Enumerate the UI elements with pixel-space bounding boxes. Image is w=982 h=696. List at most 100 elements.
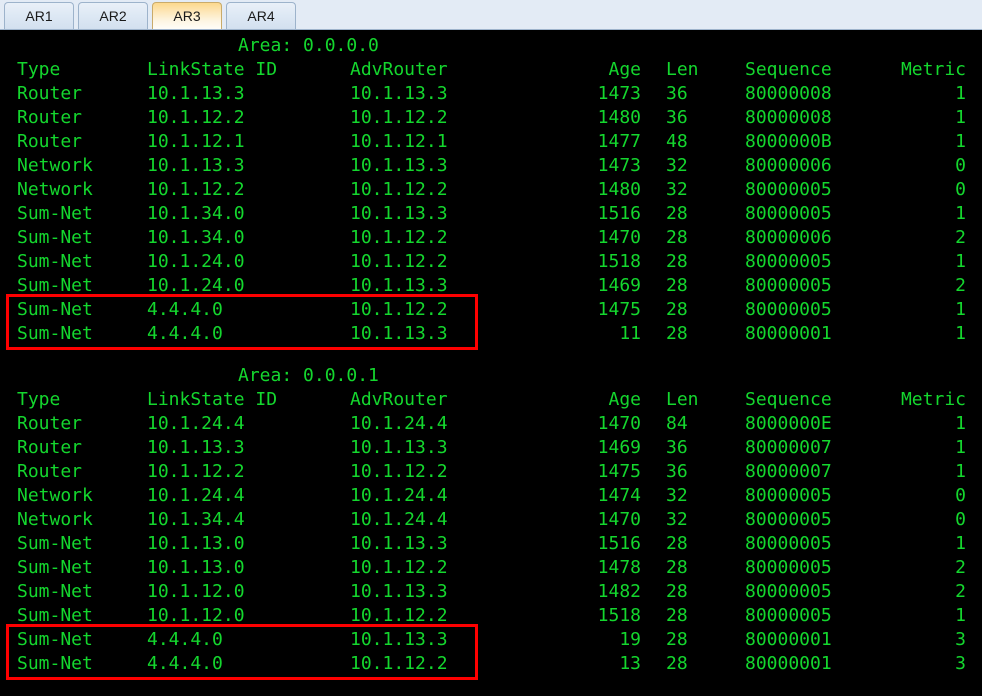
cell-metric: 1 <box>955 437 966 458</box>
cell-type: Sum-Net <box>17 275 93 296</box>
cell-age: 1518 <box>597 251 641 272</box>
cell-seq: 80000005 <box>745 179 832 200</box>
cell-seq: 80000007 <box>745 461 832 482</box>
cell-lsid: 10.1.34.0 <box>147 227 245 248</box>
cell-age: 1469 <box>597 275 641 296</box>
column-header-age: Age <box>608 59 641 80</box>
cell-seq: 80000005 <box>745 299 832 320</box>
cell-metric: 0 <box>955 179 966 200</box>
column-header-row: Type LinkState ID AdvRouter Age Len Sequence M… <box>0 388 982 412</box>
cell-lsid: 10.1.12.2 <box>147 179 245 200</box>
cell-len: 36 <box>666 461 688 482</box>
cell-metric: 1 <box>955 413 966 434</box>
cell-type: Sum-Net <box>17 629 93 650</box>
cell-metric: 1 <box>955 131 966 152</box>
cell-adv: 10.1.24.4 <box>350 509 448 530</box>
tab-label: AR2 <box>99 8 127 24</box>
cell-type: Sum-Net <box>17 299 93 320</box>
lsdb-row: Router 10.1.13.3 10.1.13.3 1469 36 80000007 1 <box>0 436 982 460</box>
cell-type: Router <box>17 131 83 152</box>
cell-type: Network <box>17 155 93 176</box>
lsdb-row: Router 10.1.13.3 10.1.13.3 1473 36 80000008 1 <box>0 82 982 106</box>
cell-seq: 80000008 <box>745 83 832 104</box>
column-header-metric: Metric <box>900 389 966 410</box>
cell-type: Sum-Net <box>17 605 93 626</box>
cell-adv: 10.1.13.3 <box>350 437 448 458</box>
tab-ar4[interactable]: AR4 <box>226 2 296 29</box>
cell-lsid: 10.1.13.0 <box>147 533 245 554</box>
lsdb-row: Sum-Net 10.1.13.0 10.1.12.2 1478 28 80000005 2 <box>0 556 982 580</box>
cell-seq: 80000005 <box>745 485 832 506</box>
tab-ar3[interactable]: AR3 <box>152 2 222 29</box>
lsdb-row: Sum-Net 4.4.4.0 10.1.12.2 1475 28 80000005 1 <box>0 298 982 322</box>
cell-len: 84 <box>666 413 688 434</box>
cell-adv: 10.1.13.3 <box>350 581 448 602</box>
cell-seq: 80000001 <box>745 629 832 650</box>
cell-lsid: 10.1.34.0 <box>147 203 245 224</box>
cell-type: Network <box>17 179 93 200</box>
cell-lsid: 10.1.24.0 <box>147 275 245 296</box>
cell-type: Sum-Net <box>17 203 93 224</box>
cell-age: 1516 <box>597 533 641 554</box>
cell-type: Router <box>17 413 83 434</box>
cell-metric: 1 <box>955 203 966 224</box>
cell-lsid: 10.1.24.0 <box>147 251 245 272</box>
cell-age: 1473 <box>597 155 641 176</box>
cell-age: 1518 <box>597 605 641 626</box>
column-header-linkstate-id: LinkState ID <box>147 59 278 80</box>
cell-lsid: 10.1.12.2 <box>147 107 245 128</box>
cell-metric: 1 <box>955 461 966 482</box>
cell-metric: 1 <box>955 299 966 320</box>
cell-metric: 1 <box>955 533 966 554</box>
cell-len: 36 <box>666 83 688 104</box>
lsdb-row: Sum-Net 4.4.4.0 10.1.13.3 11 28 80000001 1 <box>0 322 982 346</box>
cell-age: 1475 <box>597 461 641 482</box>
cell-len: 28 <box>666 629 688 650</box>
lsdb-row: Sum-Net 4.4.4.0 10.1.13.3 19 28 80000001 3 <box>0 628 982 652</box>
cell-len: 32 <box>666 485 688 506</box>
cell-seq: 80000006 <box>745 155 832 176</box>
cell-lsid: 10.1.34.4 <box>147 509 245 530</box>
cell-len: 28 <box>666 653 688 674</box>
area-label: Area: 0.0.0.0 <box>238 35 379 56</box>
cell-seq: 8000000E <box>745 413 832 434</box>
lsdb-row: Network 10.1.34.4 10.1.24.4 1470 32 80000005 0 <box>0 508 982 532</box>
cell-age: 1473 <box>597 83 641 104</box>
cell-type: Sum-Net <box>17 557 93 578</box>
cell-metric: 2 <box>955 275 966 296</box>
cell-seq: 80000001 <box>745 323 832 344</box>
cell-len: 32 <box>666 179 688 200</box>
cell-lsid: 10.1.12.2 <box>147 461 245 482</box>
cell-adv: 10.1.13.3 <box>350 203 448 224</box>
cell-type: Network <box>17 509 93 530</box>
lsdb-row: Sum-Net 10.1.24.0 10.1.13.3 1469 28 80000005 2 <box>0 274 982 298</box>
cell-adv: 10.1.12.2 <box>350 179 448 200</box>
column-header-metric: Metric <box>900 59 966 80</box>
cell-age: 1477 <box>597 131 641 152</box>
tab-ar2[interactable]: AR2 <box>78 2 148 29</box>
cell-age: 1470 <box>597 509 641 530</box>
cell-len: 36 <box>666 437 688 458</box>
cell-adv: 10.1.13.3 <box>350 629 448 650</box>
cell-lsid: 10.1.12.0 <box>147 605 245 626</box>
lsdb-row: Sum-Net 10.1.34.0 10.1.12.2 1470 28 80000006 2 <box>0 226 982 250</box>
cell-seq: 80000005 <box>745 203 832 224</box>
cell-metric: 3 <box>955 629 966 650</box>
cell-lsid: 10.1.13.3 <box>147 83 245 104</box>
cell-len: 32 <box>666 509 688 530</box>
cell-seq: 80000005 <box>745 275 832 296</box>
cell-lsid: 4.4.4.0 <box>147 629 223 650</box>
cell-lsid: 10.1.24.4 <box>147 413 245 434</box>
cell-age: 11 <box>619 323 641 344</box>
tab-ar1[interactable]: AR1 <box>4 2 74 29</box>
cell-type: Router <box>17 437 83 458</box>
column-header-len: Len <box>666 389 699 410</box>
cell-len: 28 <box>666 533 688 554</box>
cell-adv: 10.1.13.3 <box>350 533 448 554</box>
cell-adv: 10.1.13.3 <box>350 155 448 176</box>
cell-metric: 0 <box>955 485 966 506</box>
lsdb-row: Sum-Net 10.1.12.0 10.1.13.3 1482 28 80000005 2 <box>0 580 982 604</box>
area-label: Area: 0.0.0.1 <box>238 365 379 386</box>
cell-len: 28 <box>666 203 688 224</box>
terminal-output[interactable]: Area: 0.0.0.0 Type LinkState ID AdvRouter Ag… <box>0 30 982 696</box>
